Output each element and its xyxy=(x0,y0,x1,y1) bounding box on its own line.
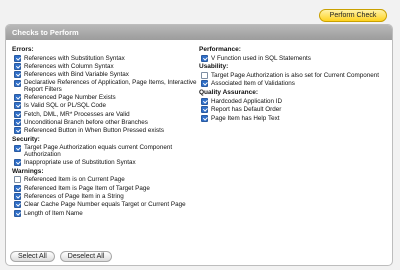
check-item-label: Clear Cache Page Number equals Target or… xyxy=(24,201,186,209)
checkbox[interactable] xyxy=(14,102,21,110)
check-item[interactable]: Fetch, DML, MR* Processes are Valid xyxy=(12,110,202,118)
check-item-label: References of Page Item in a String xyxy=(24,192,124,200)
check-item-label: Inappropriate use of Substitution Syntax xyxy=(24,158,136,166)
check-item-label: Unconditional Branch before other Branch… xyxy=(24,119,148,127)
check-item[interactable]: Referenced Item is Page Item of Target P… xyxy=(12,184,202,192)
checkbox[interactable] xyxy=(201,97,208,105)
checkbox[interactable] xyxy=(201,114,208,122)
deselect-all-button[interactable]: Deselect All xyxy=(59,251,113,262)
check-item-label: Length of Item Name xyxy=(24,209,83,217)
check-item-label: Referenced Button in When Button Pressed… xyxy=(24,127,165,135)
errors-list: References with Substitution Syntax Refer… xyxy=(12,54,202,135)
checkbox[interactable] xyxy=(14,71,21,79)
checkbox[interactable] xyxy=(14,176,21,184)
toolbar: Perform Check xyxy=(0,0,400,22)
check-item[interactable]: Target Page Authorization equals current… xyxy=(12,144,202,158)
warnings-list: Referenced Item is on Current Page Refere… xyxy=(12,176,202,218)
check-item[interactable]: Referenced Page Number Exists xyxy=(12,93,202,101)
check-item-label: Referenced Item is Page Item of Target P… xyxy=(24,184,150,192)
checkbox[interactable] xyxy=(201,54,208,62)
check-item[interactable]: Declarative References of Application, P… xyxy=(12,79,202,93)
check-item[interactable]: Associated Item of Validations xyxy=(199,80,389,88)
check-item[interactable]: Clear Cache Page Number equals Target or… xyxy=(12,201,202,209)
check-item[interactable]: Is Valid SQL or PL/SQL Code xyxy=(12,102,202,110)
check-item[interactable]: Inappropriate use of Substitution Syntax xyxy=(12,158,202,166)
perform-check-button[interactable]: Perform Check xyxy=(319,9,387,22)
checkbox[interactable] xyxy=(14,127,21,135)
check-item-label: Declarative References of Application, P… xyxy=(24,79,197,94)
check-item[interactable]: V Function used in SQL Statements xyxy=(199,54,389,62)
select-all-button[interactable]: Select All xyxy=(10,251,55,262)
checkbox[interactable] xyxy=(14,158,21,166)
checks-panel: Checks to Perform Errors: References wit… xyxy=(5,24,393,266)
check-item[interactable]: References with Column Syntax xyxy=(12,62,202,71)
checkbox[interactable] xyxy=(201,72,208,80)
quality-assurance-list: Hardcoded Application ID Report has Defau… xyxy=(199,97,389,122)
checkbox[interactable] xyxy=(14,80,21,88)
panel-title: Checks to Perform xyxy=(6,25,392,40)
check-item[interactable]: Unconditional Branch before other Branch… xyxy=(12,118,202,127)
checkbox[interactable] xyxy=(14,184,21,192)
checkbox[interactable] xyxy=(14,192,21,200)
errors-heading: Errors: xyxy=(12,46,34,53)
check-item-label: Report has Default Order xyxy=(211,106,282,114)
security-heading: Security: xyxy=(12,136,40,144)
check-item-label: Page Item has Help Text xyxy=(211,114,280,122)
check-item-label: References with Substitution Syntax xyxy=(24,54,125,62)
check-item[interactable]: Hardcoded Application ID xyxy=(199,97,389,105)
check-item-label: References with Column Syntax xyxy=(24,63,114,71)
check-item[interactable]: Referenced Button in When Button Pressed… xyxy=(12,127,202,135)
checkbox[interactable] xyxy=(14,145,21,153)
check-item-label: Target Page Authorization is also set fo… xyxy=(211,72,380,80)
checkbox[interactable] xyxy=(14,63,21,71)
performance-list: V Function used in SQL Statements xyxy=(199,54,389,62)
performance-heading: Performance: xyxy=(199,46,241,53)
checkbox[interactable] xyxy=(14,93,21,101)
security-list: Target Page Authorization equals current… xyxy=(12,144,202,166)
check-item[interactable]: Report has Default Order xyxy=(199,106,389,114)
check-item[interactable]: References with Bind Variable Syntax xyxy=(12,71,202,79)
checkbox[interactable] xyxy=(14,54,21,62)
check-item[interactable]: Target Page Authorization is also set fo… xyxy=(199,71,389,80)
check-item-label: Fetch, DML, MR* Processes are Valid xyxy=(24,110,130,118)
checkbox[interactable] xyxy=(201,106,208,114)
check-item[interactable]: References of Page Item in a String xyxy=(12,192,202,200)
check-item-label: Hardcoded Application ID xyxy=(211,97,283,105)
check-item-label: Is Valid SQL or PL/SQL Code xyxy=(24,102,107,110)
check-item[interactable]: Referenced Item is on Current Page xyxy=(12,176,202,184)
checkbox[interactable] xyxy=(14,201,21,209)
left-column: Errors: References with Substitution Syn… xyxy=(12,45,202,217)
check-item-label: Target Page Authorization equals current… xyxy=(24,144,173,159)
usability-list: Target Page Authorization is also set fo… xyxy=(199,71,389,88)
checkbox[interactable] xyxy=(14,110,21,118)
quality-assurance-heading: Quality Assurance: xyxy=(199,89,259,97)
footer-actions: Select All Deselect All xyxy=(10,251,113,262)
checkbox[interactable] xyxy=(14,209,21,217)
check-item[interactable]: Page Item has Help Text xyxy=(199,114,389,122)
check-item[interactable]: References with Substitution Syntax xyxy=(12,54,202,62)
check-item-label: V Function used in SQL Statements xyxy=(211,54,311,62)
checkbox[interactable] xyxy=(201,80,208,88)
warnings-heading: Warnings: xyxy=(12,167,44,175)
check-item-label: References with Bind Variable Syntax xyxy=(24,71,129,79)
checkbox[interactable] xyxy=(14,119,21,127)
check-item-label: Associated Item of Validations xyxy=(211,80,295,88)
check-item-label: Referenced Page Number Exists xyxy=(24,93,116,101)
right-column: Performance: V Function used in SQL Stat… xyxy=(199,45,389,122)
check-item-label: Referenced Item is on Current Page xyxy=(24,176,125,184)
usability-heading: Usability: xyxy=(199,63,229,71)
check-item[interactable]: Length of Item Name xyxy=(12,209,202,217)
